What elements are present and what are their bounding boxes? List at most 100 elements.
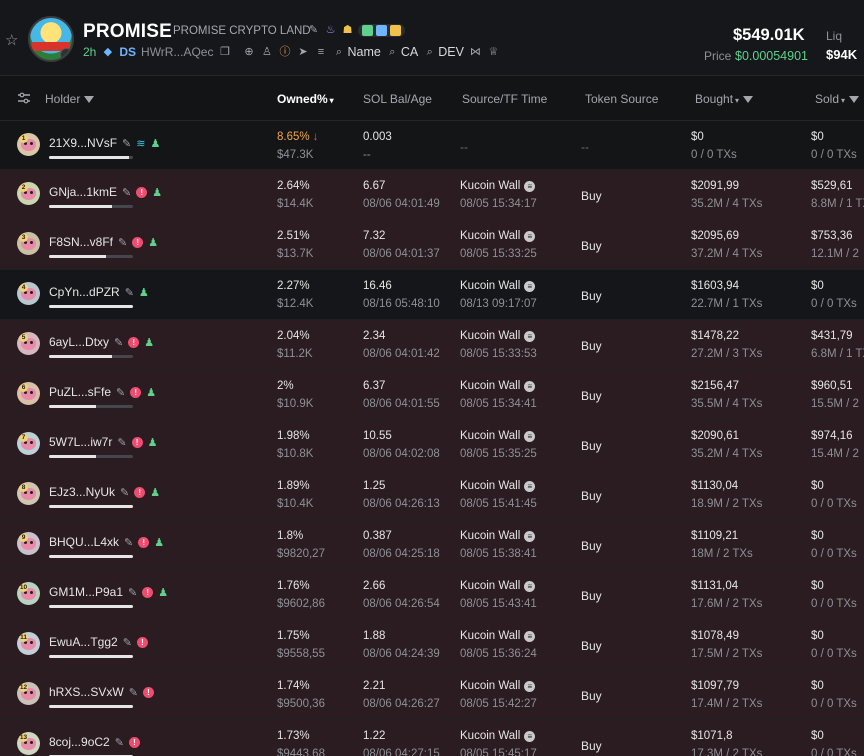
table-row[interactable]: 7 5W7L...iw7r ✎ ! ♟ 1.98% $10.8K 10.55 08… [0,420,864,470]
source-wallet[interactable]: Kucoin Wall ≡ [460,580,536,592]
col-sol-bal[interactable]: SOL Bal/Age [363,92,432,106]
avatar[interactable]: 11 [17,632,40,655]
holder-address[interactable]: EJz3...NyUk [49,485,115,499]
crown-icon[interactable]: ♕ [487,46,500,59]
sol-balance: 0.003 [363,131,392,143]
pencil-icon[interactable]: ✎ [122,137,131,150]
search-ca-link[interactable]: ⌕ CA [386,45,418,59]
pencil-icon[interactable]: ✎ [116,386,125,399]
source-wallet[interactable]: Kucoin Wall ≡ [460,480,536,492]
pencil-icon[interactable]: ✎ [125,286,134,299]
sol-balance: 2.34 [363,330,386,342]
avatar[interactable]: 2 [17,182,40,205]
settings-sliders-icon[interactable] [17,91,31,105]
holder-address[interactable]: CpYn...dPZR [49,285,120,299]
funnel-icon[interactable] [84,96,95,104]
pencil-icon[interactable]: ✎ [114,336,123,349]
source-wallet[interactable]: Kucoin Wall ≡ [460,630,536,642]
pencil-icon[interactable]: ✎ [122,186,131,199]
alert-icon[interactable]: ⓘ [278,46,291,59]
source-wallet[interactable]: Kucoin Wall ≡ [460,380,536,392]
avatar[interactable]: 8 [17,482,40,505]
share-icon[interactable]: ⋈ [469,46,482,59]
avatar[interactable]: 3 [17,232,40,255]
owned-usd: $10.9K [277,398,314,410]
avatar[interactable]: 13 [17,732,40,755]
col-owned[interactable]: Owned% ▾ [277,92,334,106]
avatar[interactable]: 7 [17,432,40,455]
copy-icon[interactable]: ❐ [218,46,231,59]
pencil-icon[interactable]: ✎ [123,636,132,649]
funnel-icon[interactable] [849,96,860,104]
sol-age: 08/06 04:26:27 [363,698,440,710]
owned-usd: $9558,55 [277,648,325,660]
col-token-source[interactable]: Token Source [585,92,658,106]
source-wallet[interactable]: -- [460,140,468,154]
pencil-icon[interactable]: ✎ [129,686,138,699]
source-wallet[interactable]: Kucoin Wall ≡ [460,280,536,292]
holder-cell: 8coj...9oC2 ✎ ! [49,735,140,749]
holder-address[interactable]: hRXS...SVxW [49,685,124,699]
holder-address[interactable]: GM1M...P9a1 [49,585,123,599]
table-row[interactable]: 1 21X9...NVsF ✎ ≋ ♟ 8.65% ↓ $47.3K 0.003 -… [0,121,864,170]
pencil-icon[interactable]: ✎ [118,236,127,249]
person-icon[interactable]: ♙ [260,46,273,59]
holder-address[interactable]: GNja...1kmE [49,185,117,199]
table-row[interactable]: 12 hRXS...SVxW ✎ ! 1.74% $9500,36 2.21 0… [0,670,864,720]
funnel-icon[interactable] [743,96,754,104]
table-row[interactable]: 4 CpYn...dPZR ✎ ♟ 2.27% $12.4K 16.46 08/… [0,270,864,320]
avatar[interactable]: 6 [17,382,40,405]
col-bought[interactable]: Bought ▾ [695,92,754,106]
col-sold[interactable]: Sold ▾ [815,92,860,106]
avatar[interactable]: 12 [17,682,40,705]
holder-address[interactable]: 5W7L...iw7r [49,435,112,449]
pencil-icon[interactable]: ✎ [115,736,124,749]
holder-address[interactable]: EwuA...Tgg2 [49,635,118,649]
owned-usd: $9602,86 [277,598,325,610]
token-address[interactable]: HWrR...AQec [141,45,213,59]
pencil-icon[interactable]: ✎ [128,586,137,599]
holder-address[interactable]: BHQU...L4xk [49,535,119,549]
holder-address[interactable]: 6ayL...Dtxy [49,335,109,349]
avatar[interactable]: 1 [17,133,40,156]
source-wallet[interactable]: Kucoin Wall ≡ [460,330,536,342]
globe-icon[interactable]: ⊕ [242,46,255,59]
pencil-icon[interactable]: ✎ [307,24,320,37]
table-row[interactable]: 6 PuZL...sFfe ✎ ! ♟ 2% $10.9K 6.37 08/06 … [0,370,864,420]
search-name-link[interactable]: ⌕ Name [332,45,381,59]
pencil-icon[interactable]: ✎ [120,486,129,499]
table-row[interactable]: 9 BHQU...L4xk ✎ ! ♟ 1.8% $9820,27 0.387 0… [0,520,864,570]
table-row[interactable]: 13 8coj...9oC2 ✎ ! 1.73% $9443,68 1.22 0… [0,720,864,756]
source-wallet[interactable]: Kucoin Wall ≡ [460,180,536,192]
avatar[interactable]: 4 [17,282,40,305]
table-row[interactable]: 10 GM1M...P9a1 ✎ ! ♟ 1.76% $9602,86 2.66 … [0,570,864,620]
pencil-icon[interactable]: ✎ [117,436,126,449]
table-row[interactable]: 8 EJz3...NyUk ✎ ! ♟ 1.89% $10.4K 1.25 08/… [0,470,864,520]
pencil-icon[interactable]: ✎ [124,536,133,549]
star-icon[interactable]: ☆ [5,33,21,49]
telegram-icon[interactable]: ➤ [296,46,309,59]
col-holder[interactable]: Holder [45,92,95,106]
avatar[interactable]: 5 [17,332,40,355]
table-row[interactable]: 5 6ayL...Dtxy ✎ ! ♟ 2.04% $11.2K 2.34 08/… [0,320,864,370]
source-wallet[interactable]: Kucoin Wall ≡ [460,680,536,692]
source-wallet[interactable]: Kucoin Wall ≡ [460,430,536,442]
holder-address[interactable]: 21X9...NVsF [49,136,117,150]
owned-percent: 1.76% [277,580,310,592]
col-source[interactable]: Source/TF Time [462,92,547,106]
source-wallet[interactable]: Kucoin Wall ≡ [460,230,536,242]
table-row[interactable]: 11 EwuA...Tgg2 ✎ ! 1.75% $9558,55 1.88 0… [0,620,864,670]
holder-address[interactable]: 8coj...9oC2 [49,735,110,749]
holder-address[interactable]: PuZL...sFfe [49,385,111,399]
owned-usd: $12.4K [277,298,314,310]
table-row[interactable]: 2 GNja...1kmE ✎ ! ♟ 2.64% $14.4K 6.67 08/… [0,170,864,220]
holder-address[interactable]: F8SN...v8Ff [49,235,113,249]
menu-icon[interactable]: ≡ [314,46,327,59]
source-wallet[interactable]: Kucoin Wall ≡ [460,530,536,542]
avatar[interactable]: 10 [17,582,40,605]
source-wallet[interactable]: Kucoin Wall ≡ [460,730,536,742]
table-row[interactable]: 3 F8SN...v8Ff ✎ ! ♟ 2.51% $13.7K 7.32 08/… [0,220,864,270]
search-dev-link[interactable]: ⌕ DEV [423,45,464,59]
rank-badge: 10 [19,583,28,592]
avatar[interactable]: 9 [17,532,40,555]
